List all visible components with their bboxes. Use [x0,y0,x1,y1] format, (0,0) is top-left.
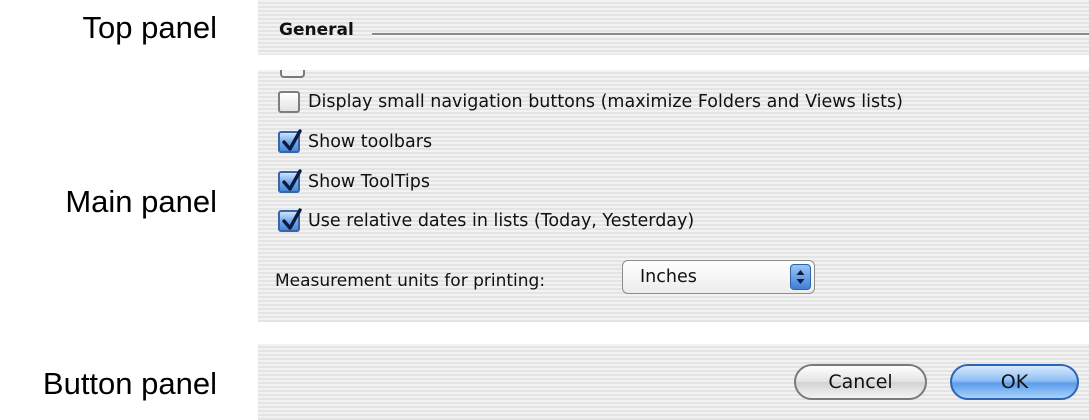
checkmark-icon [282,208,302,230]
tooltips-checkbox[interactable] [278,169,302,193]
measurement-units-label: Measurement units for printing: [275,271,546,291]
partial-checkbox[interactable] [280,70,305,78]
checkmark-icon [282,169,302,191]
button-panel: Cancel OK [258,344,1089,420]
checkbox-row-tooltips[interactable]: Show ToolTips [278,169,431,193]
measurement-units-select[interactable]: Inches [622,260,815,294]
checkbox-row-small-nav[interactable]: Display small navigation buttons (maximi… [278,91,903,113]
group-divider [372,33,1089,36]
checkbox-label: Display small navigation buttons (maximi… [308,92,903,112]
main-panel-label: Main panel [65,184,217,219]
toolbars-checkbox[interactable] [278,129,302,153]
select-value: Inches [640,267,697,287]
checkbox-label: Show ToolTips [308,172,431,192]
group-title: General [279,20,354,40]
checkmark-icon [282,129,302,151]
main-panel: Display small navigation buttons (maximi… [258,70,1089,322]
small-nav-checkbox[interactable] [278,91,300,113]
top-panel-label: Top panel [82,10,217,45]
checkbox-row-relative-dates[interactable]: Use relative dates in lists (Today, Yest… [278,208,695,232]
top-panel: General [258,0,1089,55]
cancel-button[interactable]: Cancel [794,364,927,400]
up-down-arrows-icon [790,264,811,290]
checkbox-label: Use relative dates in lists (Today, Yest… [308,211,695,231]
checkbox-row-toolbars[interactable]: Show toolbars [278,129,433,153]
button-panel-label: Button panel [42,366,217,401]
ok-button[interactable]: OK [950,364,1079,400]
relative-dates-checkbox[interactable] [278,208,302,232]
checkbox-label: Show toolbars [308,132,433,152]
